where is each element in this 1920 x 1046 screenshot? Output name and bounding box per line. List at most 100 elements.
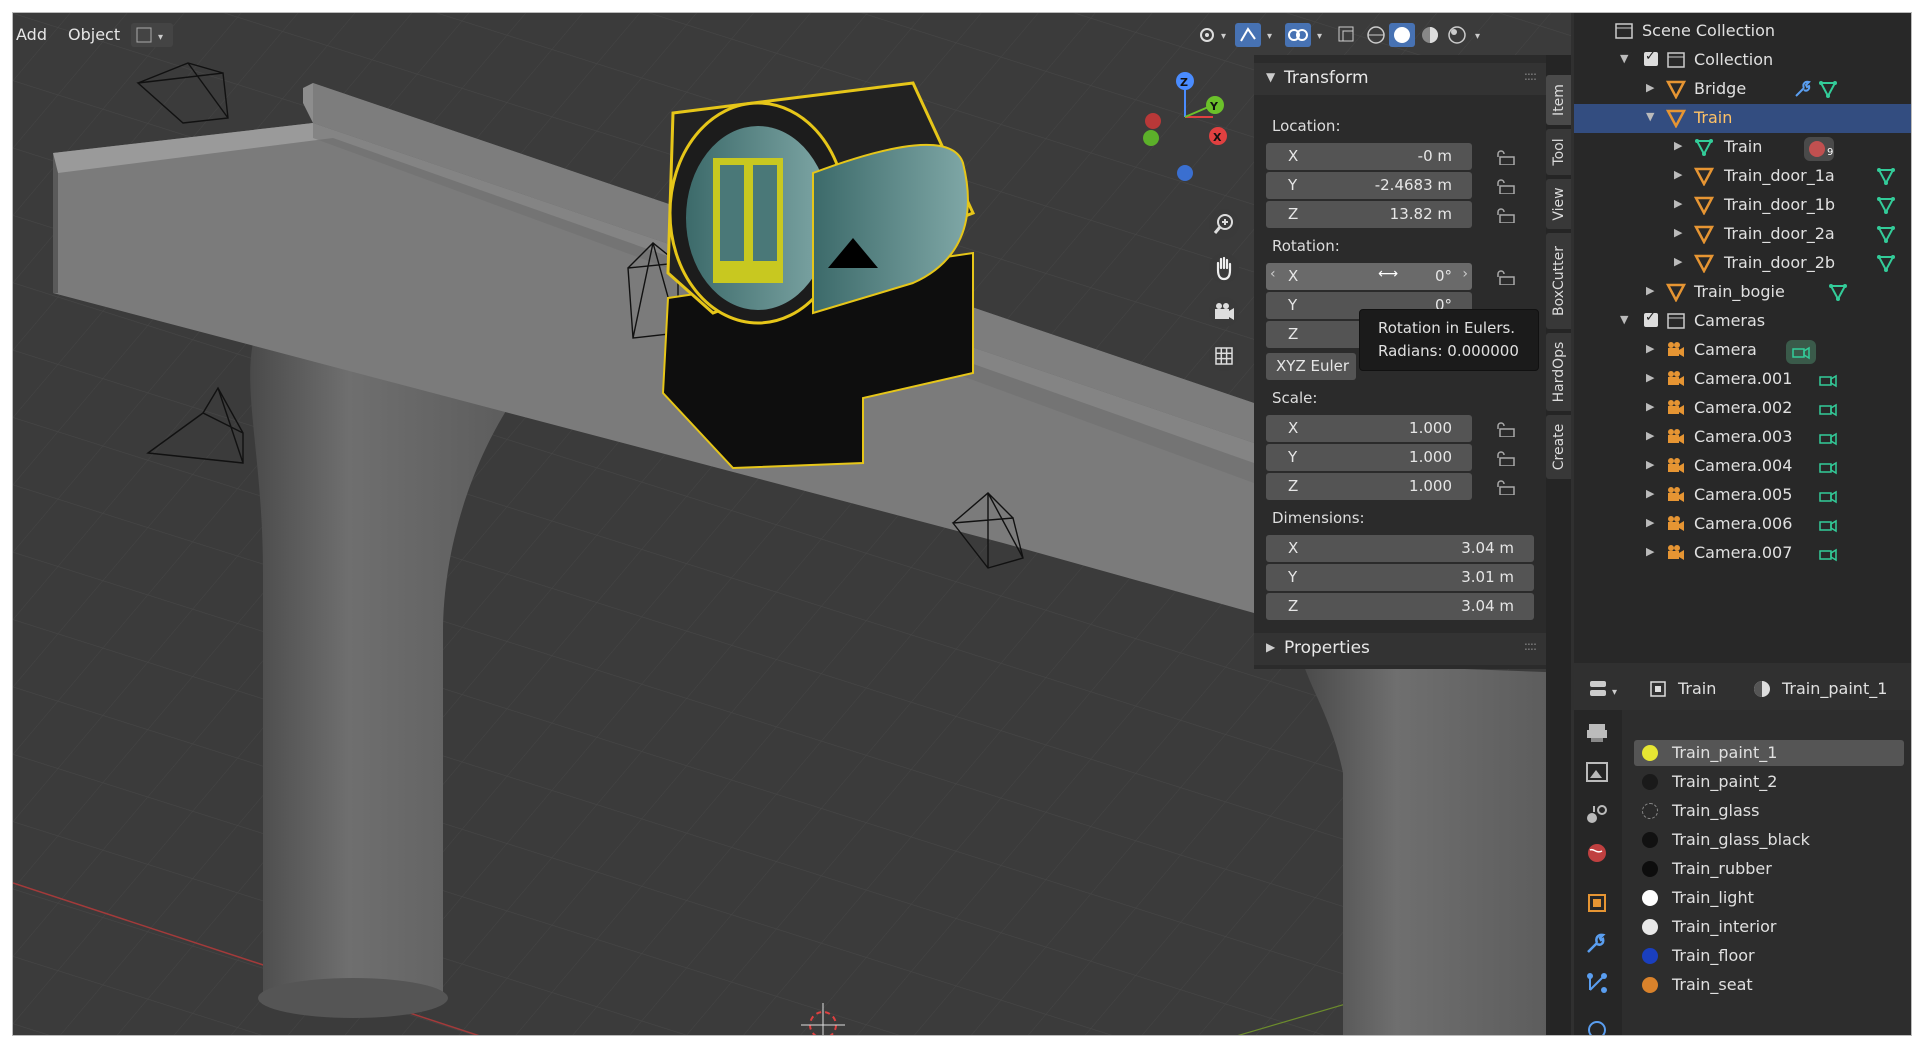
modifier-wrench-icon[interactable] [1582,928,1612,958]
zoom-icon[interactable] [1209,209,1239,239]
outliner-item-train[interactable]: ▼ Train [1574,104,1911,133]
material-slot-train-light[interactable]: Train_light [1634,885,1904,911]
mesh-data-icon[interactable] [1828,282,1848,302]
disclosure-closed-icon[interactable]: ▶ [1646,400,1654,413]
outliner-item-bridge[interactable]: ▶ Bridge [1574,75,1911,104]
dimensions-z-field[interactable]: Z 3.04 m [1266,593,1534,620]
render-tab-icon[interactable] [1582,718,1612,748]
mesh-data-icon[interactable] [1818,79,1838,99]
lock-icon[interactable] [1494,269,1516,285]
disclosure-closed-icon[interactable]: ▶ [1674,168,1682,181]
disclosure-closed-icon[interactable]: ▶ [1674,139,1682,152]
outliner-item-train-door-1a[interactable]: ▶ Train_door_1a [1574,162,1911,191]
location-y-field[interactable]: Y -2.4683 m [1266,172,1472,199]
checkbox-icon[interactable] [1644,49,1658,66]
camera-data-icon[interactable] [1818,456,1838,476]
disclosure-closed-icon[interactable]: ▶ [1646,81,1654,94]
lock-icon[interactable] [1494,479,1516,495]
outliner-item-train-door-2a[interactable]: ▶ Train_door_2a [1574,220,1911,249]
transform-panel-header[interactable]: ▼ Transform :::: [1254,63,1546,95]
material-slot-train-interior[interactable]: Train_interior [1634,914,1904,940]
scale-y-field[interactable]: Y 1.000 [1266,444,1472,471]
increment-arrow-icon[interactable]: › [1462,266,1468,282]
location-x-field[interactable]: X -0 m [1266,143,1472,170]
particles-tab-icon[interactable] [1582,968,1612,998]
material-slot-train-floor[interactable]: Train_floor [1634,943,1904,969]
mesh-data-icon[interactable] [1876,224,1896,244]
dimensions-x-field[interactable]: X 3.04 m [1266,535,1534,562]
scale-x-field[interactable]: X 1.000 [1266,415,1472,442]
outliner-item-train-door-1b[interactable]: ▶ Train_door_1b [1574,191,1911,220]
disclosure-closed-icon[interactable]: ▶ [1646,284,1654,297]
camera-data-icon[interactable] [1786,340,1816,364]
rotation-x-field[interactable]: ‹ X ⟷ 0° › [1266,263,1472,290]
lock-icon[interactable] [1494,149,1516,165]
outliner-item-train-mesh[interactable]: ▶ Train 9 [1574,133,1911,162]
material-slot-train-seat[interactable]: Train_seat [1634,972,1904,998]
scale-z-field[interactable]: Z 1.000 [1266,473,1472,500]
physics-tab-icon[interactable] [1582,1008,1612,1036]
ortho-grid-icon[interactable] [1209,341,1239,371]
scene-tab-icon[interactable] [1582,798,1612,828]
mode-selector[interactable]: ▾ [131,23,173,47]
material-slot-train-glass[interactable]: Train_glass [1634,798,1904,824]
camera-data-icon[interactable] [1818,514,1838,534]
disclosure-closed-icon[interactable]: ▶ [1646,516,1654,529]
outliner-item-scene-collection[interactable]: Scene Collection [1574,17,1911,46]
drag-grip-icon[interactable]: :::: [1524,639,1537,653]
pan-hand-icon[interactable] [1209,253,1239,283]
disclosure-closed-icon[interactable]: ▶ [1646,371,1654,384]
rotation-mode-dropdown[interactable]: XYZ Euler [1266,353,1356,380]
camera-data-icon[interactable] [1818,543,1838,563]
camera-data-icon[interactable] [1818,485,1838,505]
outliner-item-camera[interactable]: ▶ Camera [1574,336,1911,365]
dimensions-y-field[interactable]: Y 3.01 m [1266,564,1534,591]
tab-create[interactable]: Create [1546,415,1571,479]
mesh-data-icon[interactable] [1876,166,1896,186]
disclosure-closed-icon[interactable]: ▶ [1674,197,1682,210]
mesh-data-icon[interactable] [1876,195,1896,215]
outliner-item-camera-007[interactable]: ▶ Camera.007 [1574,539,1911,568]
decrement-arrow-icon[interactable]: ‹ [1270,266,1276,282]
disclosure-open-icon[interactable]: ▼ [1646,110,1654,123]
outliner-item-camera-004[interactable]: ▶ Camera.004 [1574,452,1911,481]
disclosure-closed-icon[interactable]: ▶ [1674,255,1682,268]
tab-boxcutter[interactable]: BoxCutter [1546,233,1571,329]
world-tab-icon[interactable] [1582,838,1612,868]
properties-panel-header[interactable]: ▶ Properties :::: [1254,633,1546,665]
disclosure-closed-icon[interactable]: ▶ [1674,226,1682,239]
camera-data-icon[interactable] [1818,369,1838,389]
outliner-item-camera-003[interactable]: ▶ Camera.003 [1574,423,1911,452]
camera-data-icon[interactable] [1818,398,1838,418]
camera-view-icon[interactable] [1209,297,1239,327]
wrench-modifier-icon[interactable] [1792,79,1812,99]
add-menu[interactable]: Add [16,25,47,44]
material-slot-train-rubber[interactable]: Train_rubber [1634,856,1904,882]
disclosure-closed-icon[interactable]: ▶ [1646,342,1654,355]
outliner-item-camera-005[interactable]: ▶ Camera.005 [1574,481,1911,510]
object-menu[interactable]: Object [68,25,120,44]
object-tab-icon[interactable] [1582,888,1612,918]
outliner-item-camera-002[interactable]: ▶ Camera.002 [1574,394,1911,423]
outliner-item-train-door-2b[interactable]: ▶ Train_door_2b [1574,249,1911,278]
disclosure-open-icon[interactable]: ▼ [1620,52,1628,65]
material-slot-train-paint-1[interactable]: Train_paint_1 [1634,740,1904,766]
lock-icon[interactable] [1494,450,1516,466]
mesh-data-icon[interactable] [1876,253,1896,273]
lock-icon[interactable] [1494,421,1516,437]
drag-grip-icon[interactable]: :::: [1524,69,1537,83]
outliner-item-camera-001[interactable]: ▶ Camera.001 [1574,365,1911,394]
outliner-item-collection[interactable]: ▼ Collection [1574,46,1911,75]
outliner-item-camera-006[interactable]: ▶ Camera.006 [1574,510,1911,539]
outliner-item-train-bogie[interactable]: ▶ Train_bogie [1574,278,1911,307]
outliner-item-cameras[interactable]: ▼ Cameras [1574,307,1911,336]
disclosure-closed-icon[interactable]: ▶ [1646,458,1654,471]
lock-icon[interactable] [1494,207,1516,223]
material-slot-train-glass-black[interactable]: Train_glass_black [1634,827,1904,853]
location-z-field[interactable]: Z 13.82 m [1266,201,1472,228]
tab-item[interactable]: Item [1546,75,1571,125]
disclosure-open-icon[interactable]: ▼ [1620,313,1628,326]
material-slot-train-paint-2[interactable]: Train_paint_2 [1634,769,1904,795]
output-tab-icon[interactable] [1582,758,1612,788]
lock-icon[interactable] [1494,178,1516,194]
